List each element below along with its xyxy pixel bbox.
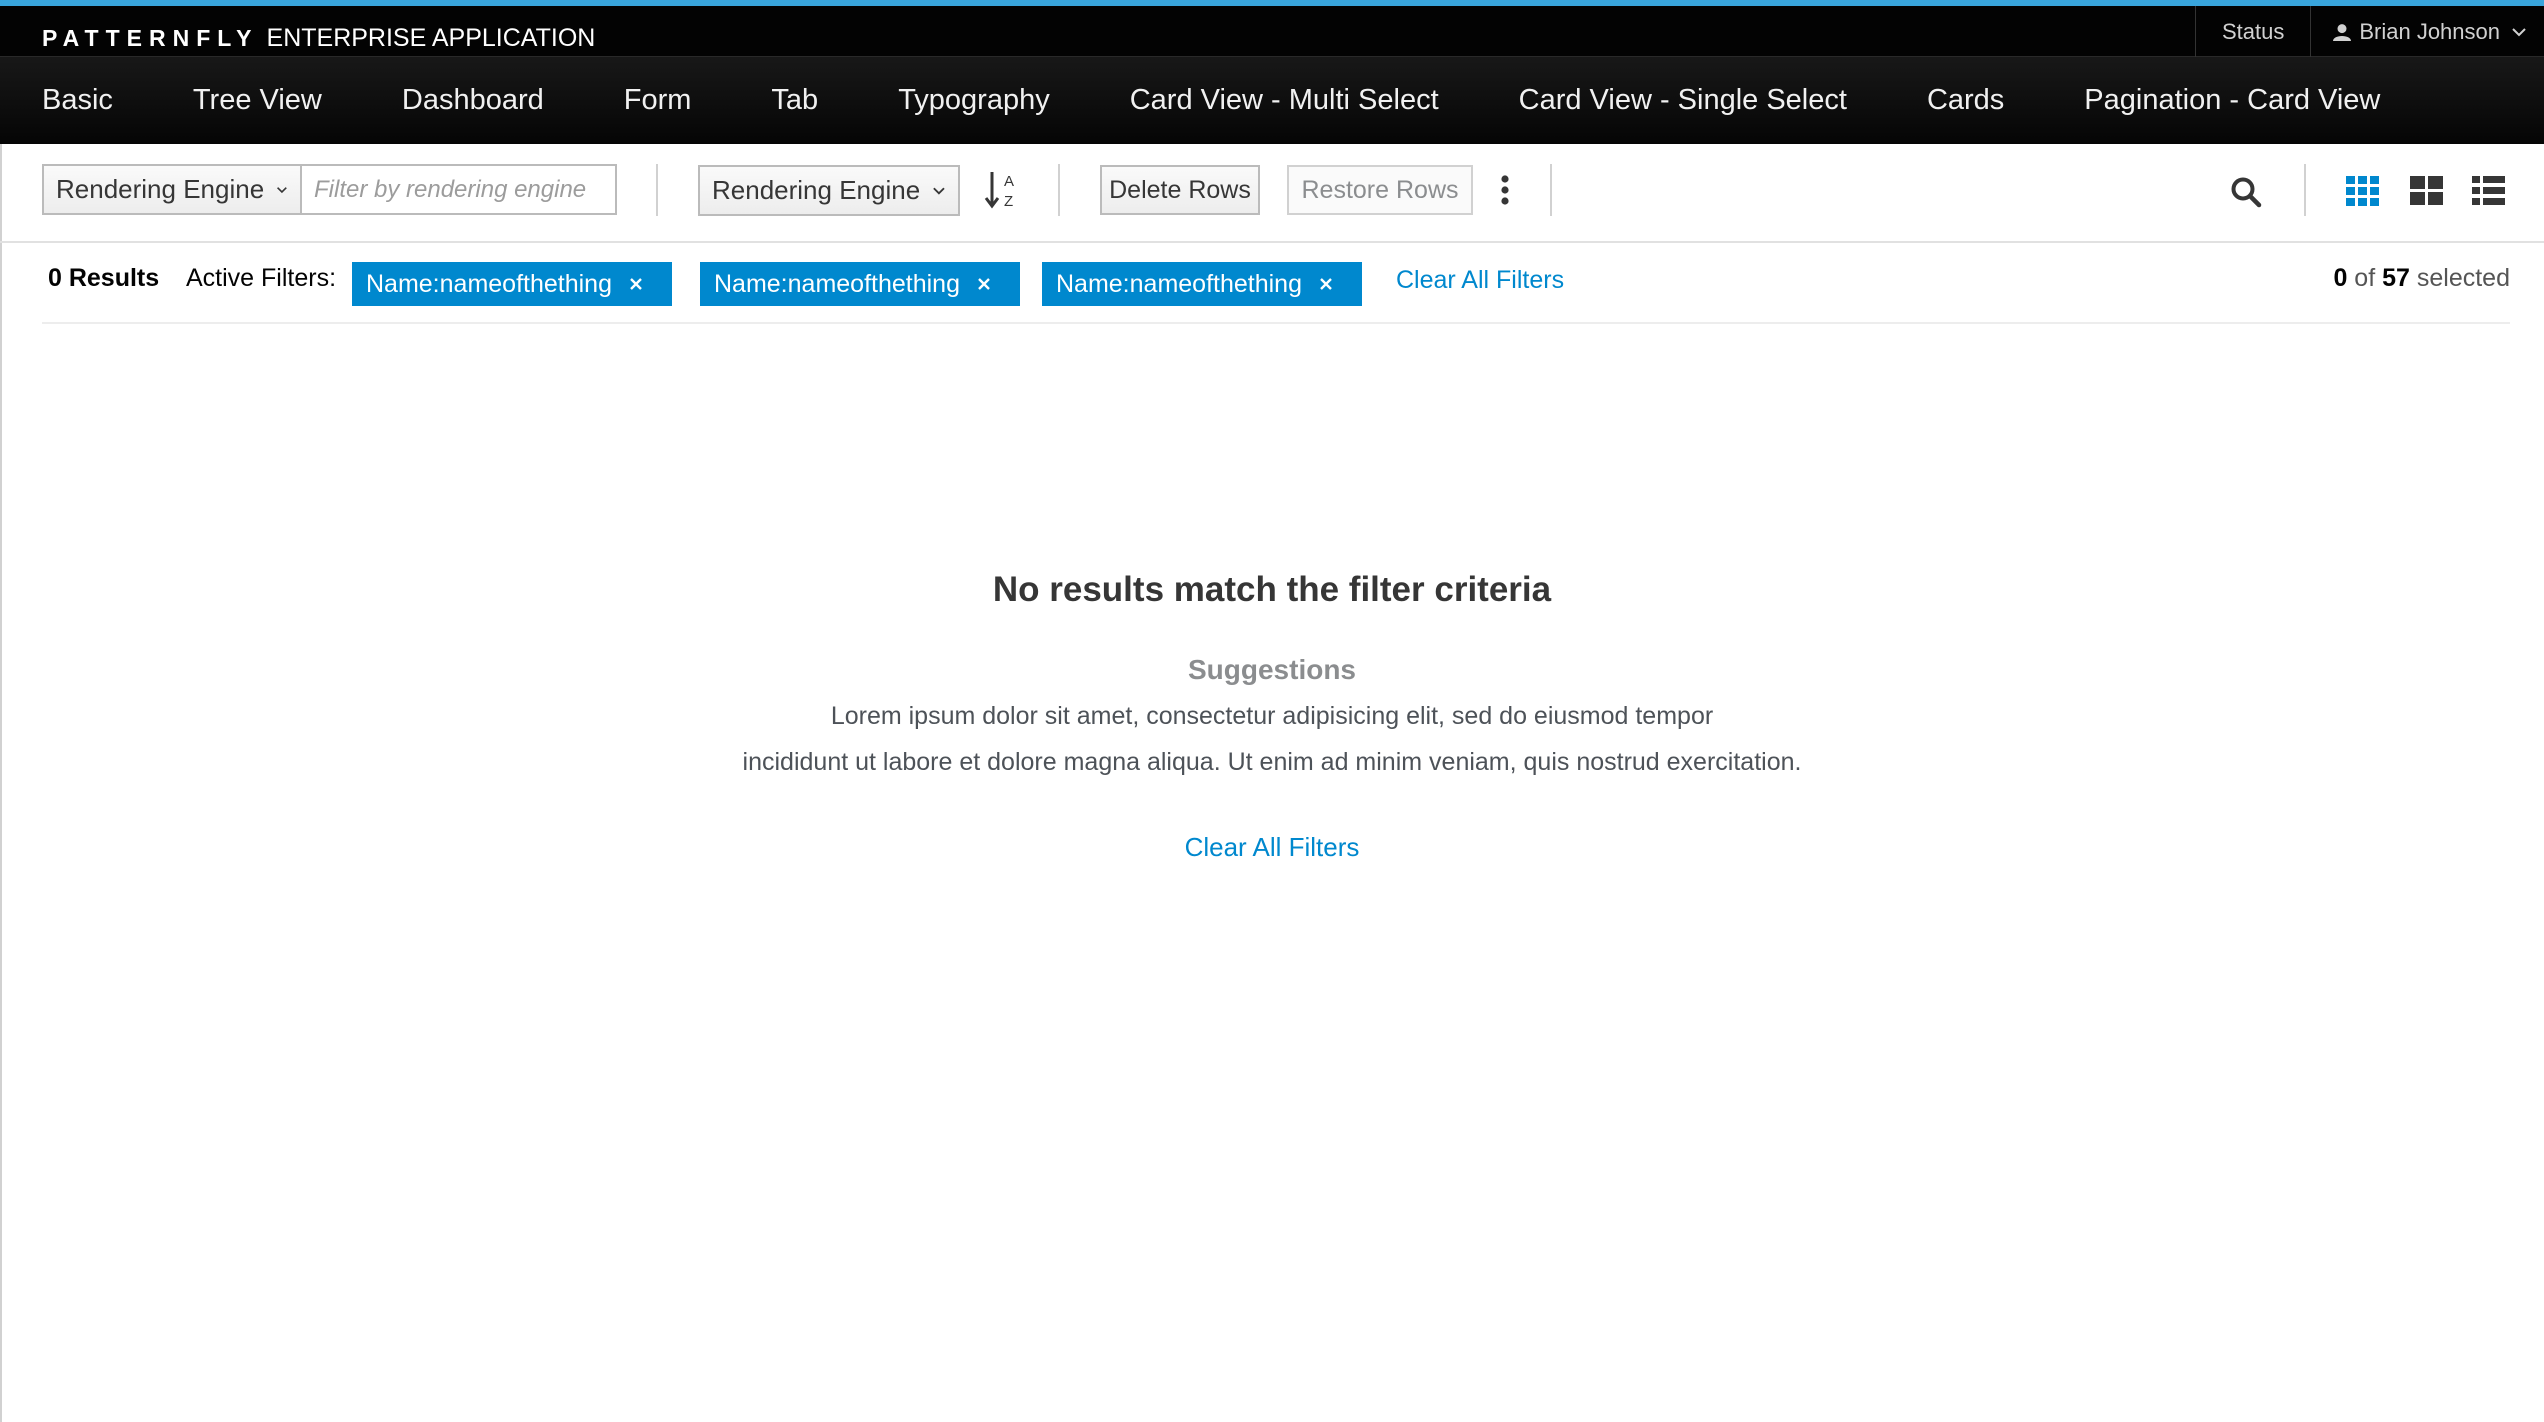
filter-results-row: 0 Results Active Filters: Name:nameofthe… (42, 244, 2510, 324)
brand-name: PATTERNFLY (42, 24, 259, 51)
empty-state-clear-filters-link[interactable]: Clear All Filters (1185, 832, 1360, 863)
close-icon[interactable] (1318, 276, 1334, 292)
brand[interactable]: PATTERNFLY ENTERPRISE APPLICATION (42, 18, 595, 58)
filter-chip-label: Name:nameofthething (366, 269, 612, 298)
nav-item-card-view-single-select[interactable]: Card View - Single Select (1479, 84, 1887, 117)
suggestions-heading: Suggestions (1187, 654, 1356, 685)
filter-input[interactable] (300, 164, 617, 215)
svg-text:Z: Z (1004, 193, 1013, 210)
sort-field-dropdown[interactable]: Rendering Engine (698, 165, 960, 216)
utility-nav: Status Brian Johnson (2194, 6, 2544, 57)
masthead: PATTERNFLY ENTERPRISE APPLICATION Status… (0, 0, 2544, 57)
nav-item-form[interactable]: Form (584, 84, 732, 117)
toolbar-divider (2304, 164, 2306, 216)
nav-item-typography[interactable]: Typography (858, 84, 1090, 117)
user-icon (2333, 23, 2352, 41)
filter-chip: Name:nameofthething (352, 262, 672, 306)
filter-field-label: Rendering Engine (56, 174, 265, 204)
nav-item-pagination-card-view[interactable]: Pagination - Card View (2044, 84, 2420, 117)
restore-rows-button[interactable]: Restore Rows (1287, 165, 1473, 215)
nav-item-tab[interactable]: Tab (731, 84, 858, 117)
toolbar-divider (1058, 164, 1060, 216)
selected-suffix: selected (2416, 264, 2510, 292)
kebab-icon[interactable] (1500, 174, 1510, 206)
brand-subtitle: ENTERPRISE APPLICATION (266, 23, 596, 52)
chevron-down-icon (933, 187, 945, 195)
filter-chip: Name:nameofthething (1042, 262, 1362, 306)
toolbar: Rendering Engine Rendering Engine A Z De… (0, 144, 2544, 243)
empty-state: No results match the filter criteria Sug… (0, 560, 2544, 863)
chevron-down-icon (2512, 27, 2526, 36)
filter-field-dropdown[interactable]: Rendering Engine (42, 164, 302, 215)
clear-all-filters-link[interactable]: Clear All Filters (1396, 266, 1564, 295)
filter-chip: Name:nameofthething (700, 262, 1020, 306)
user-name: Brian Johnson (2359, 18, 2500, 44)
delete-rows-button[interactable]: Delete Rows (1100, 165, 1260, 215)
search-icon[interactable] (2230, 176, 2262, 208)
selected-total: 57 (2382, 264, 2410, 292)
empty-state-title: No results match the filter criteria (992, 570, 1552, 609)
nav-item-cards[interactable]: Cards (1887, 84, 2044, 117)
toolbar-divider (1550, 164, 1552, 216)
close-icon[interactable] (628, 276, 644, 292)
large-card-view-icon[interactable] (2410, 176, 2444, 206)
user-menu[interactable]: Brian Johnson (2310, 6, 2544, 57)
toolbar-divider (656, 164, 658, 216)
suggestions-text-line-1: Lorem ipsum dolor sit amet, consectetur … (830, 702, 1714, 730)
status-menu[interactable]: Status (2194, 6, 2310, 57)
sort-field-label: Rendering Engine (712, 175, 921, 205)
results-count: 0 Results (48, 264, 160, 292)
list-view-icon[interactable] (2472, 176, 2506, 206)
svg-text:A: A (1004, 173, 1014, 190)
selected-count-value: 0 (2333, 264, 2348, 292)
selected-count: 0 of 57 selected (2333, 264, 2510, 293)
nav-item-card-view-multi-select[interactable]: Card View - Multi Select (1090, 84, 1479, 117)
small-card-view-icon[interactable] (2346, 176, 2380, 206)
nav-item-basic[interactable]: Basic (0, 84, 153, 117)
suggestions-text-line-2: incididunt ut labore et dolore magna ali… (742, 748, 1802, 776)
sort-alpha-asc-icon[interactable]: A Z (984, 168, 1020, 212)
chevron-down-icon (277, 186, 287, 193)
selected-of: of (2354, 264, 2376, 292)
close-icon[interactable] (976, 276, 992, 292)
active-filters-label: Active Filters: (186, 264, 337, 292)
primary-nav: Basic Tree View Dashboard Form Tab Typog… (0, 57, 2544, 144)
nav-item-dashboard[interactable]: Dashboard (362, 84, 584, 117)
filter-chip-label: Name:nameofthething (714, 269, 960, 298)
filter-chip-label: Name:nameofthething (1056, 269, 1302, 298)
nav-item-tree-view[interactable]: Tree View (153, 84, 362, 117)
